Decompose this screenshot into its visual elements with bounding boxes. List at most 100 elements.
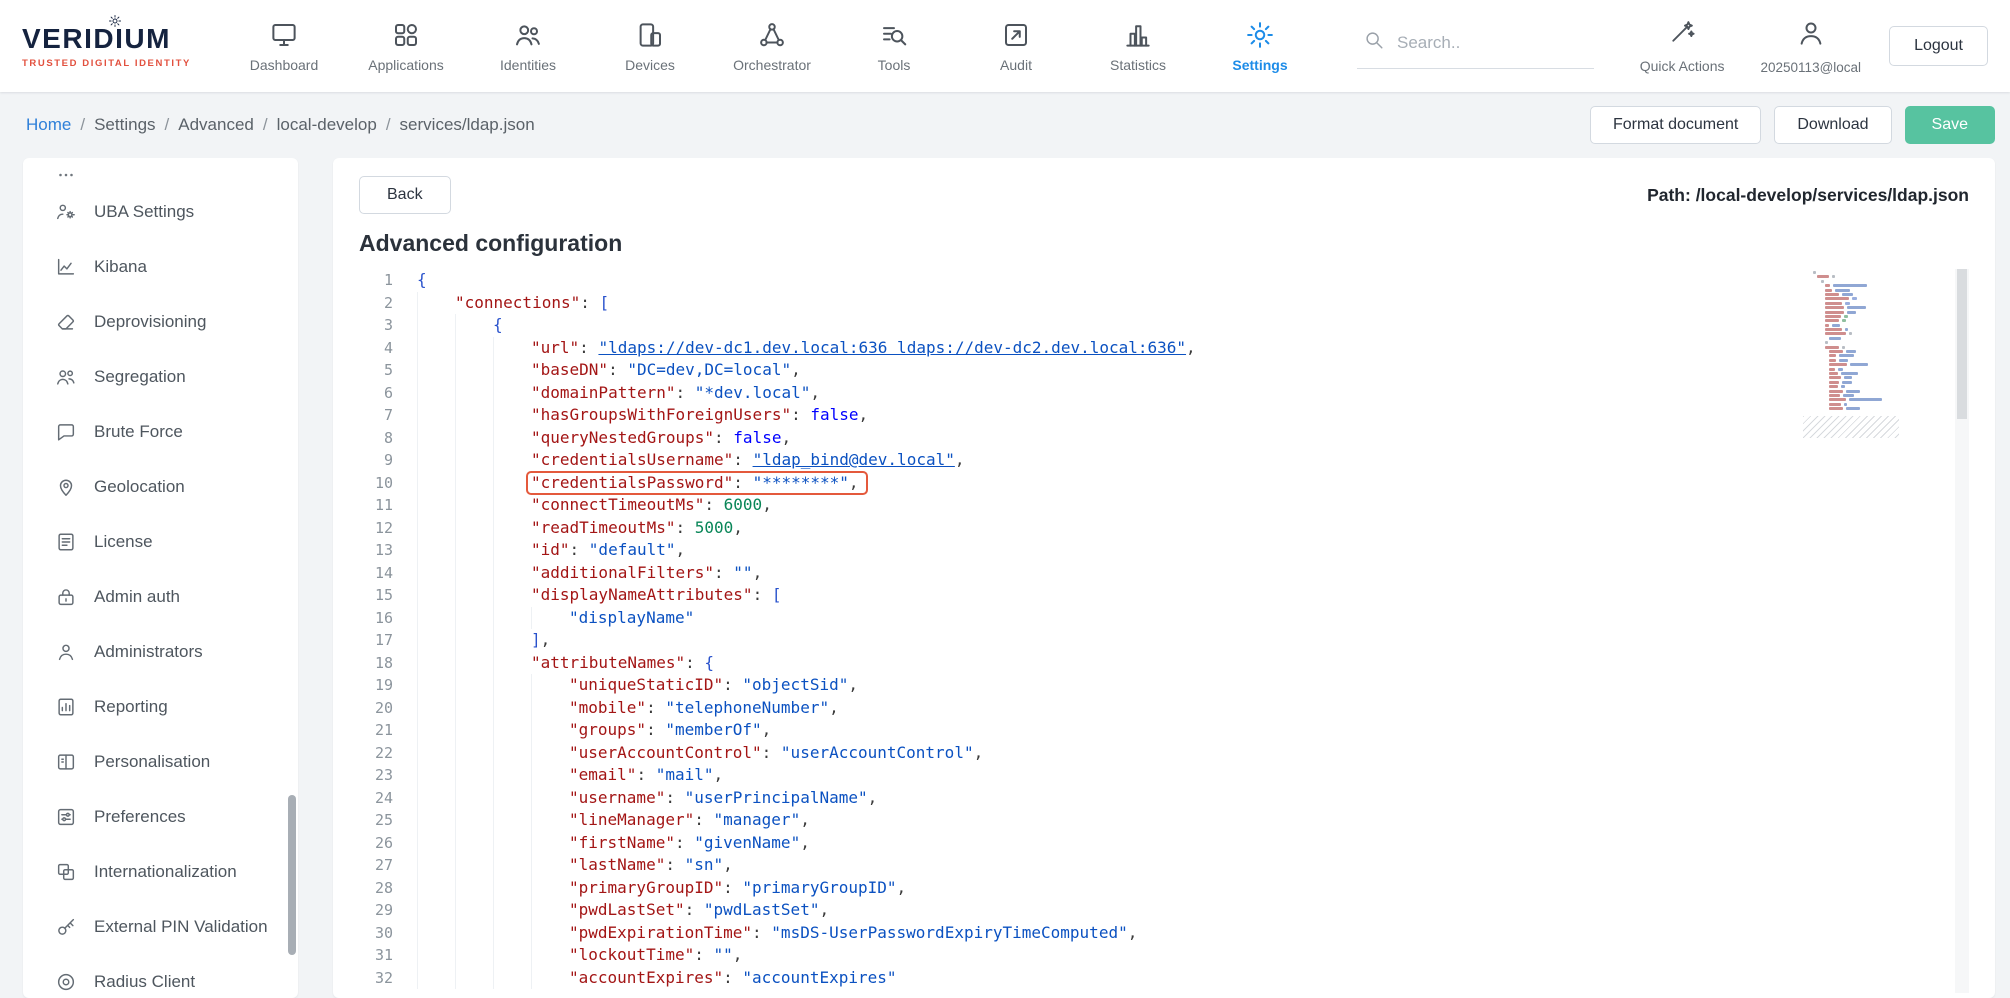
indent-guide (455, 427, 493, 450)
code-line-28[interactable]: 28"primaryGroupID": "primaryGroupID", (359, 877, 1969, 900)
indent-guide (417, 292, 455, 315)
veridium-logo[interactable]: VERIDIUM TRUSTED DIGITAL IDENTITY (22, 23, 223, 69)
indent-guide (417, 517, 455, 540)
download-button[interactable]: Download (1774, 106, 1891, 144)
save-button[interactable]: Save (1905, 106, 1995, 144)
sidebar-item-geolocation[interactable]: Geolocation (23, 459, 298, 514)
code-line-30[interactable]: 30"pwdExpirationTime": "msDS-UserPasswor… (359, 922, 1969, 945)
code-line-8[interactable]: 8"queryNestedGroups": false, (359, 427, 1969, 450)
sidebar-scrollbar-thumb[interactable] (288, 795, 296, 955)
sidebar-item-label: Segregation (94, 367, 186, 387)
code-line-5[interactable]: 5"baseDN": "DC=dev,DC=local", (359, 359, 1969, 382)
sidebar-item-external-pin-validation[interactable]: External PIN Validation (23, 899, 298, 954)
code-line-16[interactable]: 16"displayName" (359, 607, 1969, 630)
sidebar-item-administrators[interactable]: Administrators (23, 624, 298, 679)
editor-scrollbar[interactable] (1955, 269, 1969, 993)
code-content: "attributeNames": { (417, 653, 714, 672)
code-line-15[interactable]: 15"displayNameAttributes": [ (359, 584, 1969, 607)
indent-guide (417, 539, 455, 562)
account-menu[interactable]: 20250113@local (1743, 18, 1880, 75)
code-line-10[interactable]: 10"credentialsPassword": "********", (359, 472, 1969, 495)
code-line-20[interactable]: 20"mobile": "telephoneNumber", (359, 697, 1969, 720)
code-line-25[interactable]: 25"lineManager": "manager", (359, 809, 1969, 832)
format-document-button[interactable]: Format document (1590, 106, 1761, 144)
indent-guide (455, 584, 493, 607)
code-line-12[interactable]: 12"readTimeoutMs": 5000, (359, 517, 1969, 540)
nav-item-statistics[interactable]: Statistics (1077, 20, 1199, 73)
nav-item-identities[interactable]: Identities (467, 20, 589, 73)
code-line-27[interactable]: 27"lastName": "sn", (359, 854, 1969, 877)
sidebar-item-brute-force[interactable]: Brute Force (23, 404, 298, 459)
breadcrumb-item[interactable]: local-develop (277, 115, 377, 135)
minimap-token (1825, 324, 1829, 327)
line-number: 17 (359, 629, 417, 652)
json-editor[interactable]: 1{2"connections": [3{4"url": "ldaps://de… (359, 269, 1969, 993)
code-line-3[interactable]: 3{ (359, 314, 1969, 337)
nav-item-audit[interactable]: Audit (955, 20, 1077, 73)
sidebar-item-preferences[interactable]: Preferences (23, 789, 298, 844)
code-line-24[interactable]: 24"username": "userPrincipalName", (359, 787, 1969, 810)
sidebar-item-admin-auth[interactable]: Admin auth (23, 569, 298, 624)
sidebar-item-reporting[interactable]: Reporting (23, 679, 298, 734)
sidebar-item-personalisation[interactable]: Personalisation (23, 734, 298, 789)
minimap-token (1825, 289, 1832, 292)
minimap-line (1813, 394, 1907, 397)
sidebar-item-internationalization[interactable]: Internationalization (23, 844, 298, 899)
preferences-icon (55, 806, 77, 828)
code-line-11[interactable]: 11"connectTimeoutMs": 6000, (359, 494, 1969, 517)
code-line-19[interactable]: 19"uniqueStaticID": "objectSid", (359, 674, 1969, 697)
code-line-2[interactable]: 2"connections": [ (359, 292, 1969, 315)
code-line-7[interactable]: 7"hasGroupsWithForeignUsers": false, (359, 404, 1969, 427)
search-input[interactable] (1397, 33, 1557, 53)
nav-item-devices[interactable]: Devices (589, 20, 711, 73)
logout-button[interactable]: Logout (1889, 26, 1988, 66)
indent-guide (531, 832, 569, 855)
search-box[interactable] (1357, 23, 1594, 69)
breadcrumb-item[interactable]: Home (26, 115, 71, 135)
code-line-9[interactable]: 9"credentialsUsername": "ldap_bind@dev.l… (359, 449, 1969, 472)
nav-item-applications[interactable]: Applications (345, 20, 467, 73)
code-line-6[interactable]: 6"domainPattern": "*dev.local", (359, 382, 1969, 405)
code-line-1[interactable]: 1{ (359, 269, 1969, 292)
editor-scrollbar-thumb[interactable] (1957, 269, 1967, 419)
code-line-29[interactable]: 29"pwdLastSet": "pwdLastSet", (359, 899, 1969, 922)
breadcrumb: Home/Settings/Advanced/local-develop/ser… (26, 115, 535, 135)
breadcrumb-item[interactable]: Settings (94, 115, 155, 135)
editor-minimap[interactable] (1813, 271, 1907, 438)
code-line-31[interactable]: 31"lockoutTime": "", (359, 944, 1969, 967)
identities-icon (513, 20, 543, 50)
uba-settings-icon (55, 201, 77, 223)
code-line-26[interactable]: 26"firstName": "givenName", (359, 832, 1969, 855)
sidebar-partial-item[interactable] (23, 158, 298, 184)
code-line-32[interactable]: 32"accountExpires": "accountExpires" (359, 967, 1969, 990)
minimap-token (1847, 311, 1856, 314)
code-line-21[interactable]: 21"groups": "memberOf", (359, 719, 1969, 742)
sidebar-item-radius-client[interactable]: Radius Client (23, 954, 298, 998)
breadcrumb-item[interactable]: Advanced (178, 115, 254, 135)
back-button[interactable]: Back (359, 176, 451, 214)
sidebar-partial-icon-holder (55, 164, 77, 184)
sidebar-item-segregation[interactable]: Segregation (23, 349, 298, 404)
code-line-14[interactable]: 14"additionalFilters": "", (359, 562, 1969, 585)
minimap-token (1842, 381, 1852, 384)
nav-item-tools[interactable]: Tools (833, 20, 955, 73)
nav-item-settings[interactable]: Settings (1199, 20, 1321, 73)
code-line-17[interactable]: 17], (359, 629, 1969, 652)
line-number: 1 (359, 269, 417, 292)
code-line-4[interactable]: 4"url": "ldaps://dev-dc1.dev.local:636 l… (359, 337, 1969, 360)
sidebar-scrollbar[interactable] (288, 158, 297, 998)
breadcrumb-item[interactable]: services/ldap.json (400, 115, 535, 135)
code-line-13[interactable]: 13"id": "default", (359, 539, 1969, 562)
sidebar-item-uba-settings[interactable]: UBA Settings (23, 184, 298, 239)
nav-item-dashboard[interactable]: Dashboard (223, 20, 345, 73)
sidebar-items: UBA SettingsKibanaDeprovisioning Segregat… (23, 184, 298, 998)
breadcrumb-bar: Home/Settings/Advanced/local-develop/ser… (0, 92, 2010, 158)
sidebar-item-kibana[interactable]: Kibana (23, 239, 298, 294)
code-line-18[interactable]: 18"attributeNames": { (359, 652, 1969, 675)
sidebar-item-license[interactable]: License (23, 514, 298, 569)
code-line-22[interactable]: 22"userAccountControl": "userAccountCont… (359, 742, 1969, 765)
quick-actions-button[interactable]: Quick Actions (1622, 18, 1743, 74)
nav-item-orchestrator[interactable]: Orchestrator (711, 20, 833, 73)
code-line-23[interactable]: 23"email": "mail", (359, 764, 1969, 787)
sidebar-item-deprovisioning[interactable]: Deprovisioning (23, 294, 298, 349)
